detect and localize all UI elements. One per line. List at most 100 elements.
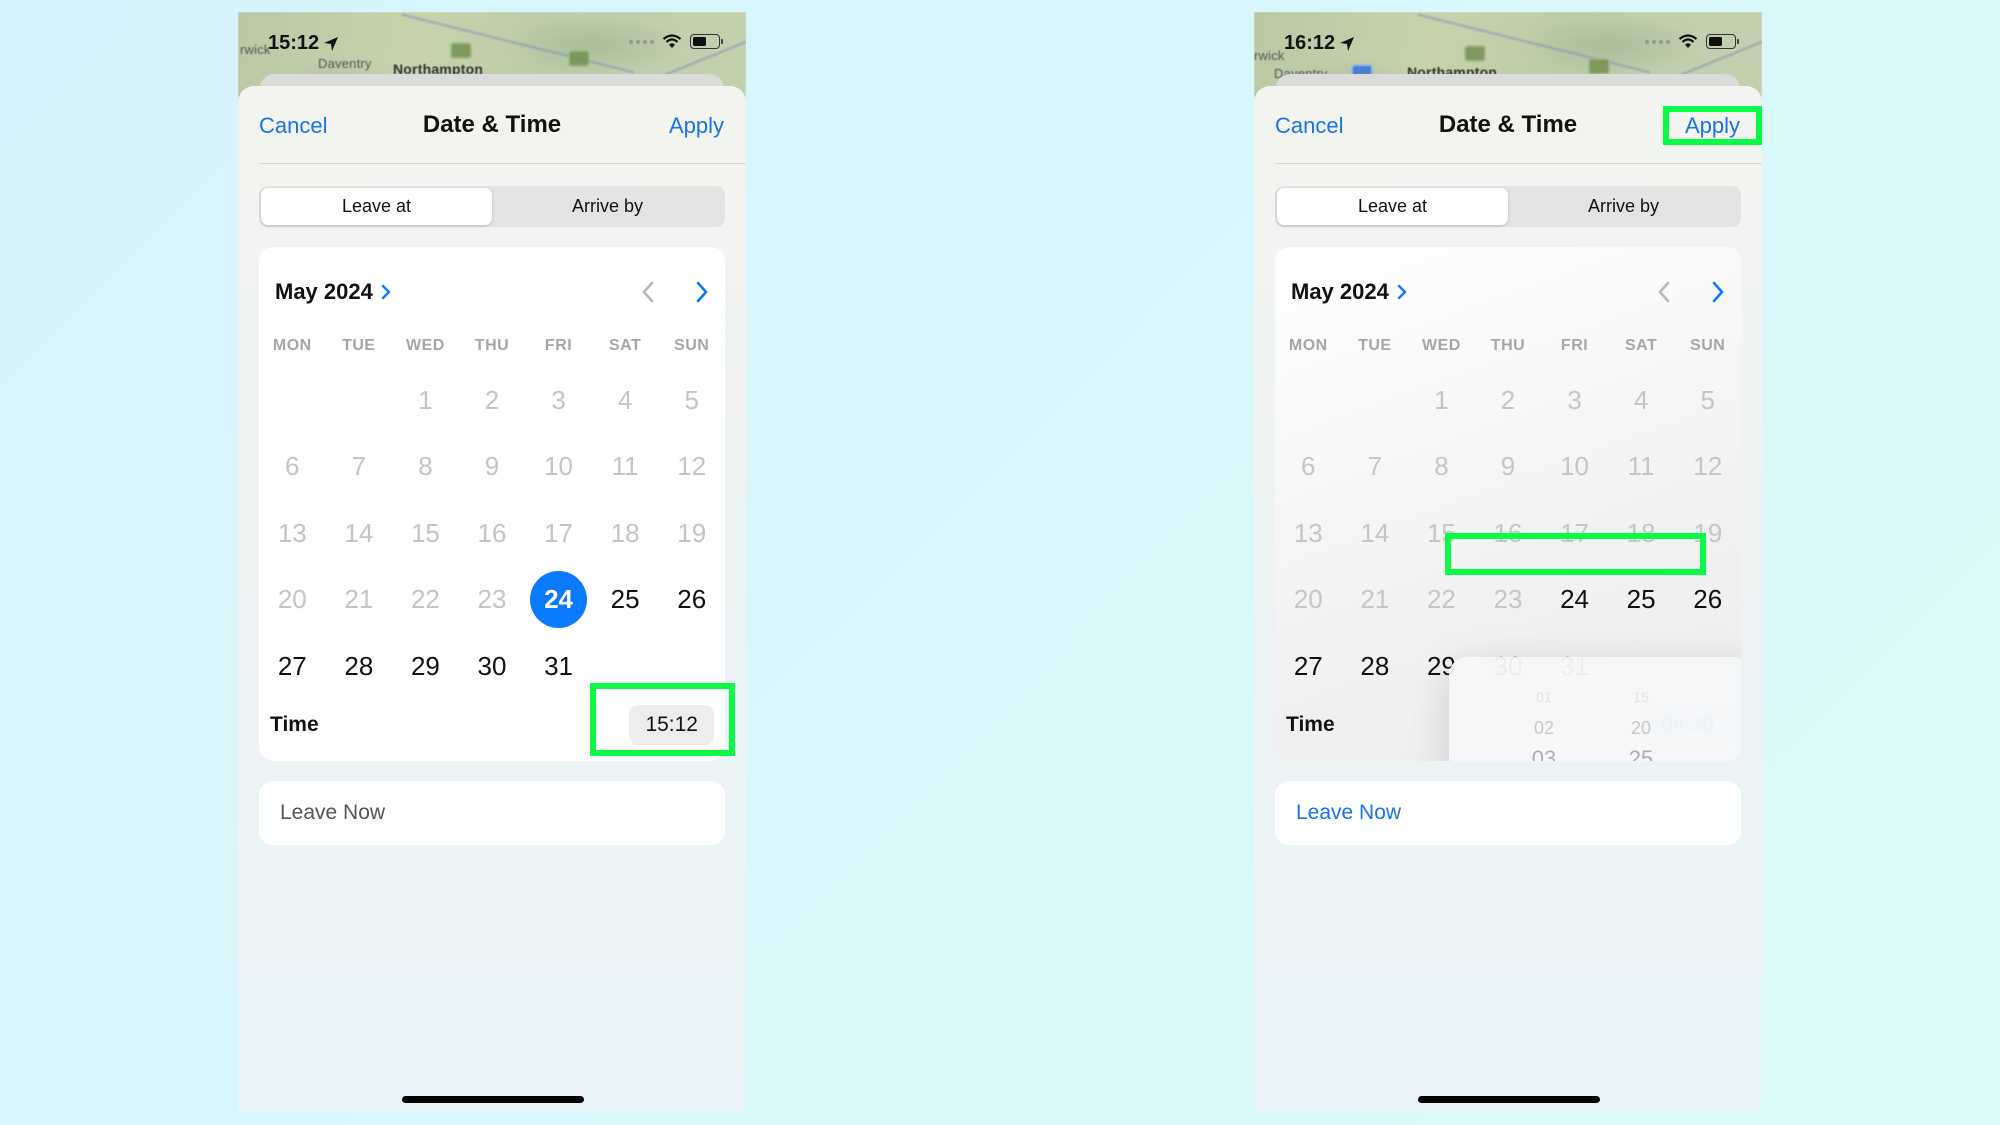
wifi-icon (1678, 34, 1698, 48)
day-number: 12 (677, 451, 707, 482)
chevron-right-icon[interactable] (1397, 284, 1407, 300)
day-number: 9 (484, 451, 500, 482)
day-cell-5: 5 (1674, 367, 1741, 434)
day-cell-7: 7 (1342, 434, 1409, 501)
picker-option[interactable]: 25 (1601, 740, 1681, 761)
segment-arrive-by[interactable]: Arrive by (1508, 188, 1739, 225)
cellular-signal-icon (629, 39, 654, 44)
picker-option[interactable]: 15 (1601, 691, 1681, 703)
chevron-left-icon (1658, 281, 1670, 303)
apply-button[interactable]: Apply (1685, 113, 1740, 139)
day-cell-20: 20 (1275, 567, 1342, 634)
day-number: 25 (610, 584, 640, 615)
day-cell-24[interactable]: 24 (1541, 567, 1608, 634)
day-number: 30 (477, 650, 507, 681)
day-number: 26 (677, 584, 707, 615)
day-cell-28[interactable]: 28 (326, 633, 393, 700)
cellular-signal-icon (1645, 39, 1670, 44)
time-label: Time (270, 713, 319, 736)
day-cell-8: 8 (392, 434, 459, 501)
next-month-button[interactable] (695, 281, 709, 303)
day-cell-20: 20 (259, 567, 326, 634)
day-number: 8 (418, 451, 433, 482)
day-cell-27[interactable]: 27 (259, 633, 326, 700)
time-value-button[interactable]: 15:12 (629, 705, 714, 745)
day-cell-18: 18 (592, 500, 659, 567)
minute-wheel[interactable]: 15202530354045 (1601, 657, 1681, 761)
day-cell-3: 3 (525, 367, 592, 434)
time-row: Time 15:12 (270, 701, 714, 749)
day-number: 20 (277, 584, 307, 615)
empty-day-cell (259, 367, 326, 434)
day-number: 26 (1693, 584, 1723, 615)
time-label: Time (1286, 713, 1335, 736)
weekday-label: WED (406, 337, 445, 354)
calendar-card: May 2024 MON TUE WED THU FRI SAT SUN 1 2… (259, 247, 725, 761)
date-time-sheet: Cancel Date & Time Apply Leave at Arrive… (238, 86, 746, 1112)
day-cell-4: 4 (592, 367, 659, 434)
day-cell-31[interactable]: 31 (525, 633, 592, 700)
status-bar: 15:12 (238, 12, 746, 62)
month-year-label[interactable]: May 2024 (275, 279, 373, 305)
day-number: 20 (1293, 584, 1323, 615)
hour-wheel[interactable]: 01020304050607 (1504, 657, 1584, 761)
day-number: 29 (410, 650, 440, 681)
day-cell-22: 22 (1408, 567, 1475, 634)
status-time: 16:12 (1284, 32, 1355, 55)
day-cell-7: 7 (326, 434, 393, 501)
day-number: 5 (1700, 384, 1715, 415)
picker-option[interactable]: 03 (1504, 740, 1584, 761)
day-cell-29[interactable]: 29 (392, 633, 459, 700)
day-cell-24[interactable]: 24 (525, 567, 592, 634)
day-cell-25[interactable]: 25 (1608, 567, 1675, 634)
day-number: 23 (1493, 584, 1523, 615)
weekday-label: FRI (544, 337, 573, 354)
leave-now-button[interactable]: Leave Now (1275, 781, 1741, 845)
day-number: 13 (1293, 517, 1323, 548)
day-number: 27 (1293, 650, 1323, 681)
next-month-button[interactable] (1711, 281, 1725, 303)
weekday-label: TUE (342, 337, 376, 354)
chevron-left-icon (642, 281, 654, 303)
leave-now-button[interactable]: Leave Now (259, 781, 725, 845)
day-cell-8: 8 (1408, 434, 1475, 501)
day-cell-12: 12 (1674, 434, 1741, 501)
day-grid: 1 2 3 4 5 6 7 8 9 10 11 12 13 14 15 16 17 18 19 20 21 22 23 24 2… (259, 367, 725, 700)
day-number: 10 (1560, 451, 1590, 482)
previous-month-button[interactable] (1657, 281, 1671, 303)
location-arrow-icon (1340, 36, 1355, 51)
day-cell-11: 11 (592, 434, 659, 501)
weekday-label: TUE (1358, 337, 1392, 354)
day-cell-25[interactable]: 25 (592, 567, 659, 634)
day-number: 24 (1560, 584, 1590, 615)
segment-leave-at[interactable]: Leave at (1277, 188, 1508, 225)
home-indicator (402, 1096, 584, 1103)
picker-option[interactable]: 01 (1504, 691, 1584, 703)
day-number: 15 (410, 517, 440, 548)
previous-month-button[interactable] (641, 281, 655, 303)
day-cell-28[interactable]: 28 (1342, 633, 1409, 700)
day-cell-26[interactable]: 26 (658, 567, 725, 634)
day-cell-10: 10 (1541, 434, 1608, 501)
apply-button[interactable]: Apply (669, 113, 724, 139)
day-number: 10 (544, 451, 574, 482)
segment-leave-at[interactable]: Leave at (261, 188, 492, 225)
day-cell-2: 2 (459, 367, 526, 434)
day-cell-26[interactable]: 26 (1674, 567, 1741, 634)
day-cell-15: 15 (1408, 500, 1475, 567)
location-arrow-icon (324, 36, 339, 51)
segment-arrive-by[interactable]: Arrive by (492, 188, 723, 225)
day-cell-27[interactable]: 27 (1275, 633, 1342, 700)
weekday-label: THU (1490, 337, 1526, 354)
day-cell-21: 21 (326, 567, 393, 634)
day-number: 17 (544, 517, 574, 548)
day-number: 24 (530, 571, 588, 629)
empty-day-cell (326, 367, 393, 434)
chevron-right-icon[interactable] (381, 284, 391, 300)
day-number: 27 (277, 650, 307, 681)
day-number: 1 (1434, 384, 1449, 415)
day-cell-6: 6 (259, 434, 326, 501)
month-year-label[interactable]: May 2024 (1291, 279, 1389, 305)
day-number: 6 (285, 451, 300, 482)
day-cell-30[interactable]: 30 (459, 633, 526, 700)
